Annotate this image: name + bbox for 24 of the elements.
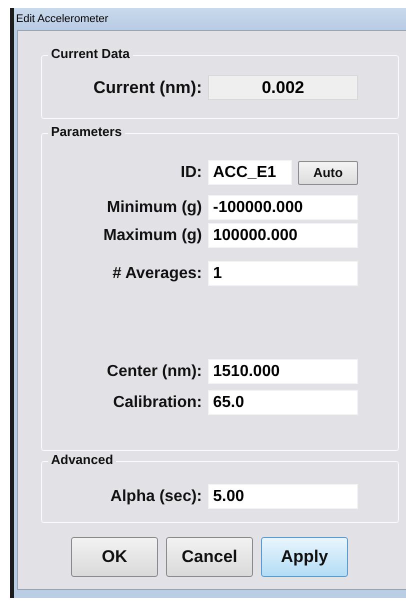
group-title: Current Data — [48, 46, 133, 61]
field-label: Alpha (sec): — [109, 488, 203, 506]
field-label: ID: — [180, 164, 203, 182]
field-label: # Averages: — [111, 264, 203, 282]
group-title: Advanced — [48, 452, 116, 467]
field-label: Center (nm): — [106, 362, 203, 380]
group-title: Parameters — [48, 124, 125, 139]
input-field[interactable]: 1 — [208, 261, 358, 286]
dialog-button[interactable]: OK — [71, 537, 158, 577]
input-field[interactable]: 0.002 — [208, 75, 358, 100]
dialog-button[interactable]: Apply — [261, 537, 348, 577]
auto-button[interactable]: Auto — [298, 160, 358, 184]
input-field[interactable]: 5.00 — [208, 484, 358, 509]
input-field[interactable]: ACC_E1 — [208, 160, 292, 185]
field-label: Minimum (g) — [106, 198, 203, 216]
field-label: Calibration: — [112, 394, 203, 412]
input-field[interactable]: 100000.000 — [208, 223, 358, 248]
input-field[interactable]: 1510.000 — [208, 359, 358, 384]
input-field[interactable]: 65.0 — [208, 390, 358, 415]
field-label: Current (nm): — [92, 78, 203, 98]
field-label: Maximum (g) — [102, 226, 203, 244]
window-title: Edit Accelerometer — [16, 13, 108, 25]
input-field[interactable]: -100000.000 — [208, 195, 358, 220]
dialog-button[interactable]: Cancel — [166, 537, 253, 577]
